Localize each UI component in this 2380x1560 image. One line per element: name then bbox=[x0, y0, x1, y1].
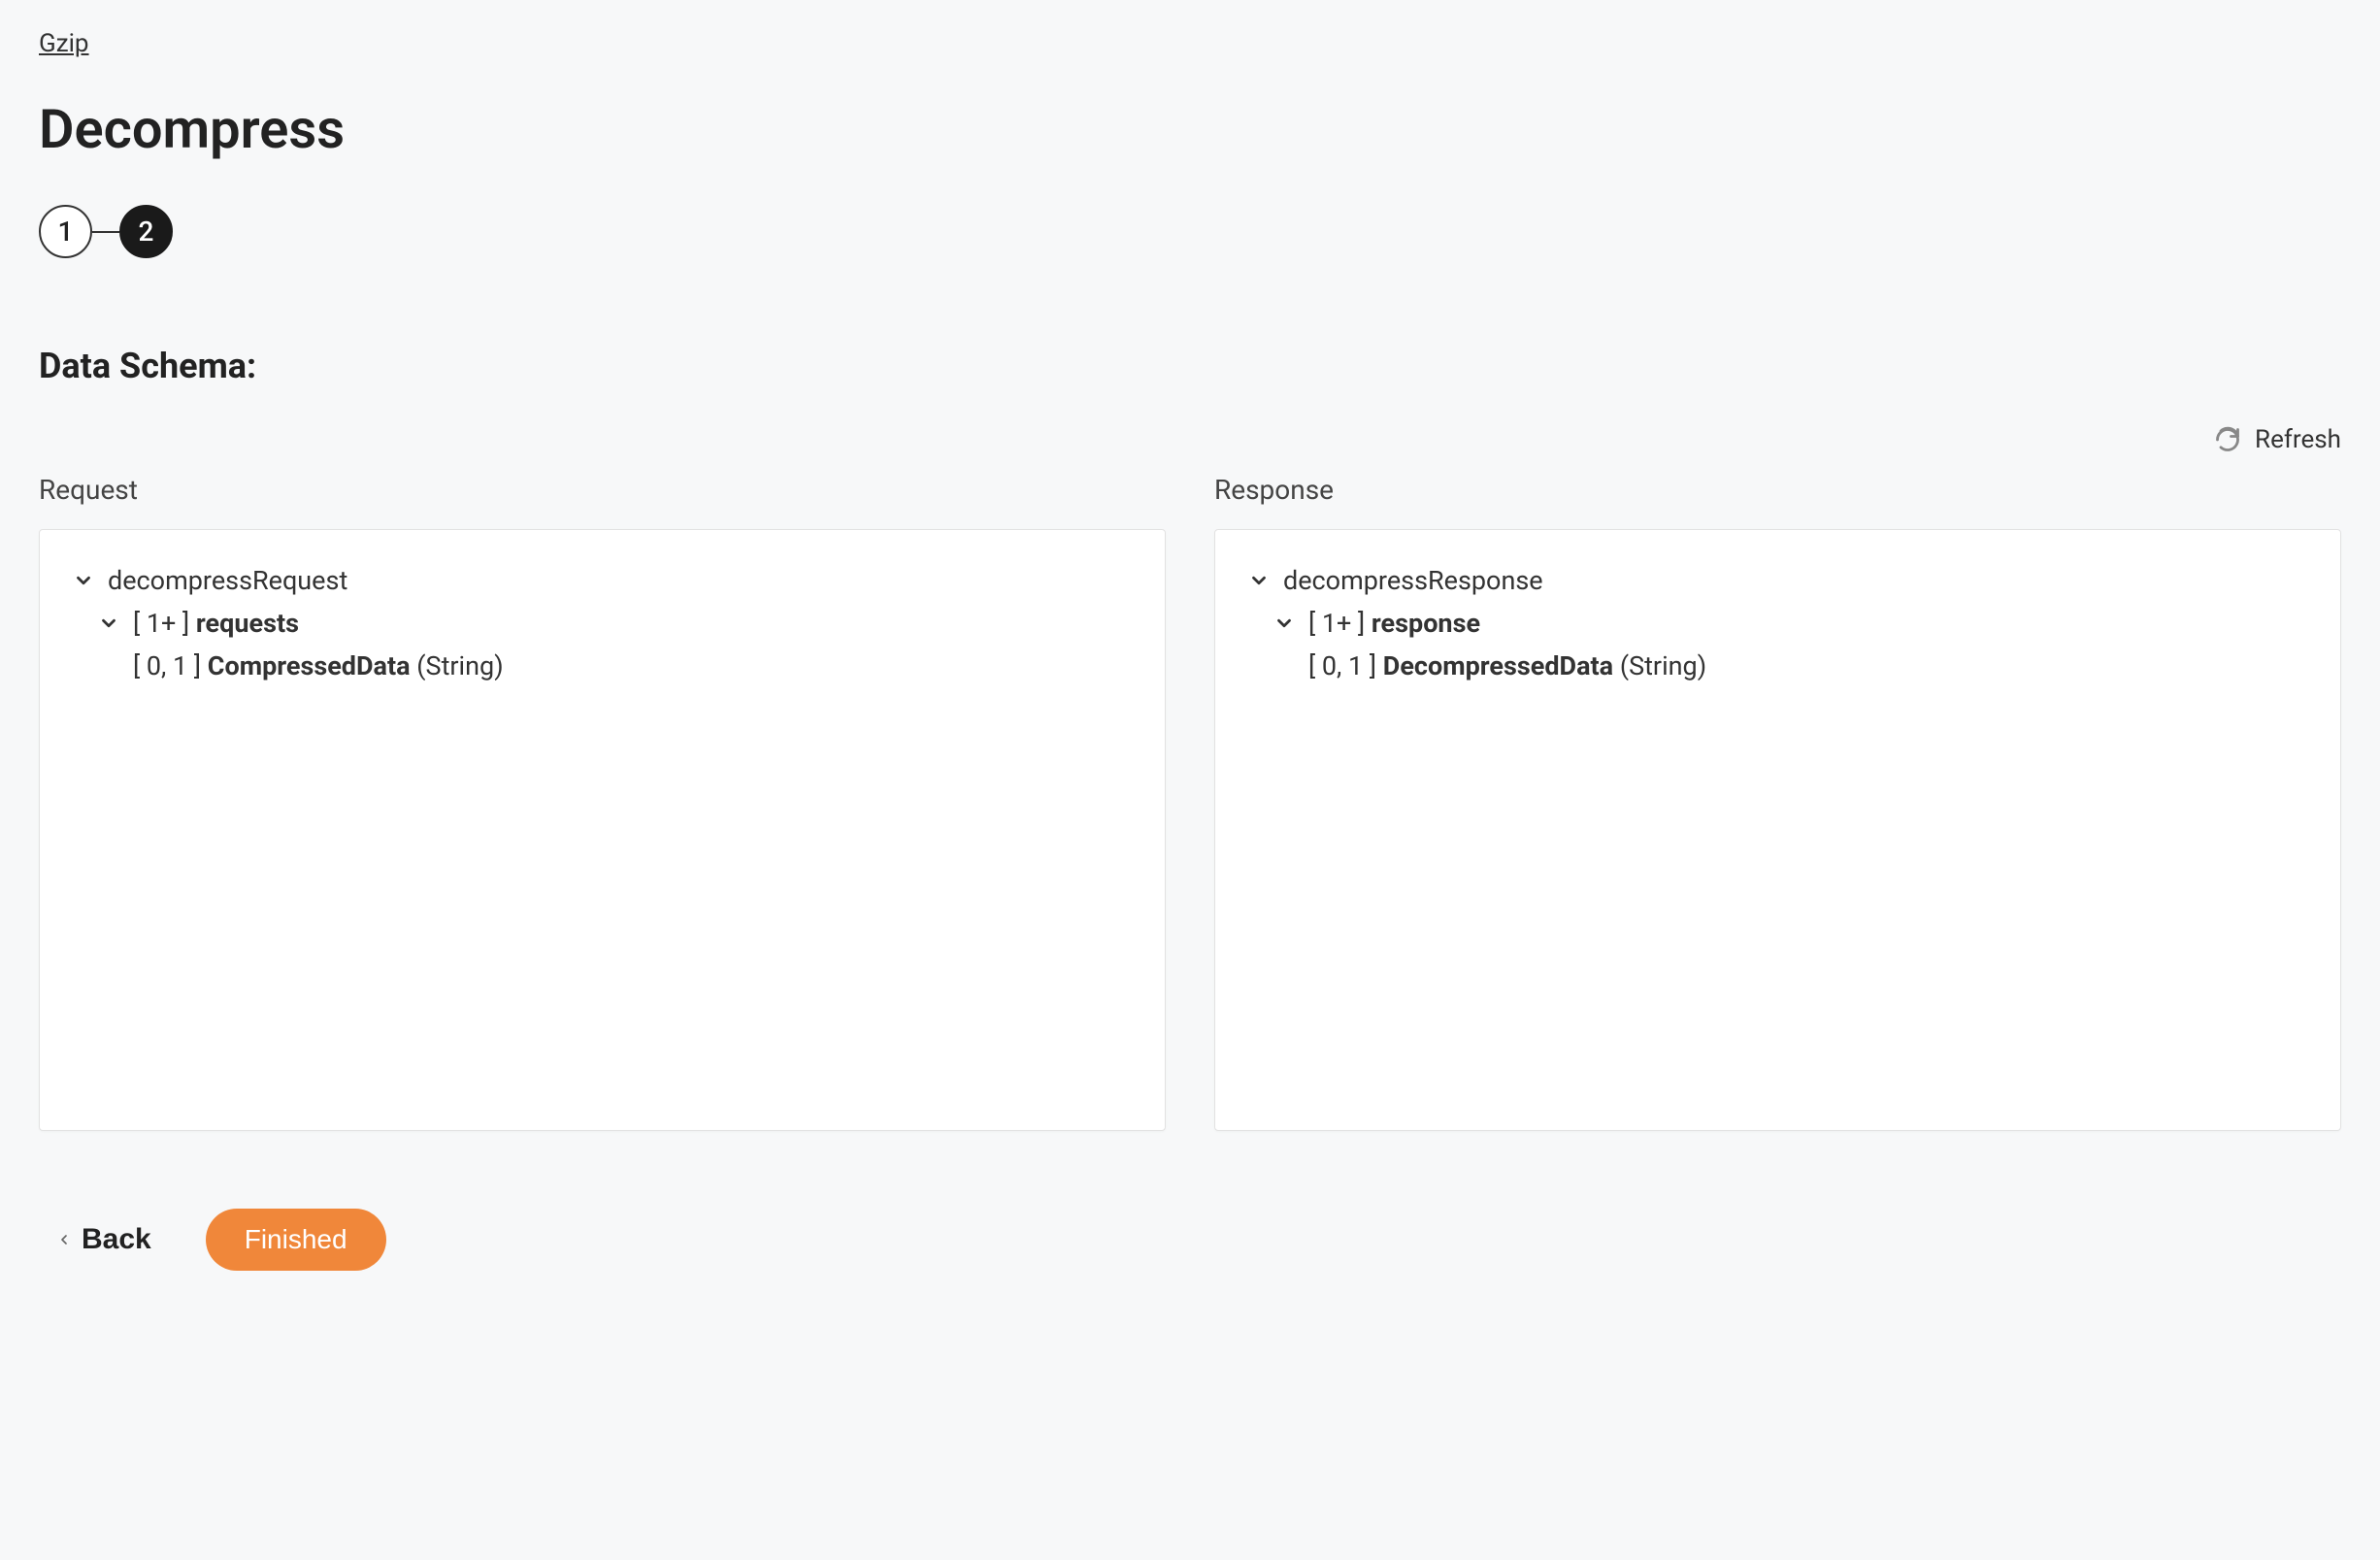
response-array-row[interactable]: [ 1+ ] response bbox=[1248, 602, 2307, 645]
response-array-label: [ 1+ ] response bbox=[1308, 608, 1480, 639]
response-panel: decompressResponse [ 1+ ] response [ 0, … bbox=[1214, 529, 2341, 1131]
refresh-label: Refresh bbox=[2255, 425, 2341, 454]
response-leaf-row[interactable]: [ 0, 1 ] DecompressedData (String) bbox=[1248, 645, 2307, 687]
request-root-row[interactable]: decompressRequest bbox=[73, 559, 1132, 602]
refresh-button[interactable]: Refresh bbox=[39, 425, 2341, 454]
chevron-down-icon bbox=[98, 613, 119, 634]
chevron-down-icon bbox=[1248, 570, 1270, 591]
response-column: Response decompressResponse [ 1+ ] respo… bbox=[1214, 474, 2341, 1131]
request-leaf-label: [ 0, 1 ] CompressedData (String) bbox=[133, 650, 504, 681]
request-leaf-row[interactable]: [ 0, 1 ] CompressedData (String) bbox=[73, 645, 1132, 687]
chevron-down-icon bbox=[73, 570, 94, 591]
step-1[interactable]: 1 bbox=[39, 205, 92, 258]
step-connector bbox=[92, 231, 119, 233]
response-leaf-label: [ 0, 1 ] DecompressedData (String) bbox=[1308, 650, 1706, 681]
response-root-row[interactable]: decompressResponse bbox=[1248, 559, 2307, 602]
step-2[interactable]: 2 bbox=[119, 205, 173, 258]
request-heading: Request bbox=[39, 474, 1166, 506]
section-title: Data Schema: bbox=[39, 346, 2341, 386]
request-column: Request decompressRequest [ 1+ ] request… bbox=[39, 474, 1166, 1131]
response-root-label: decompressResponse bbox=[1283, 565, 1543, 596]
request-array-row[interactable]: [ 1+ ] requests bbox=[73, 602, 1132, 645]
refresh-icon bbox=[2214, 426, 2241, 453]
chevron-left-icon bbox=[56, 1228, 72, 1251]
request-array-label: [ 1+ ] requests bbox=[133, 608, 299, 639]
back-label: Back bbox=[82, 1223, 151, 1256]
stepper: 1 2 bbox=[39, 205, 2341, 258]
request-root-label: decompressRequest bbox=[108, 565, 347, 596]
request-panel: decompressRequest [ 1+ ] requests [ 0, 1… bbox=[39, 529, 1166, 1131]
page-title: Decompress bbox=[39, 97, 2341, 161]
response-heading: Response bbox=[1214, 474, 2341, 506]
chevron-down-icon bbox=[1273, 613, 1295, 634]
back-button[interactable]: Back bbox=[56, 1223, 151, 1256]
breadcrumb-link[interactable]: Gzip bbox=[39, 29, 89, 58]
footer: Back Finished bbox=[39, 1209, 2341, 1271]
finished-button[interactable]: Finished bbox=[206, 1209, 386, 1271]
